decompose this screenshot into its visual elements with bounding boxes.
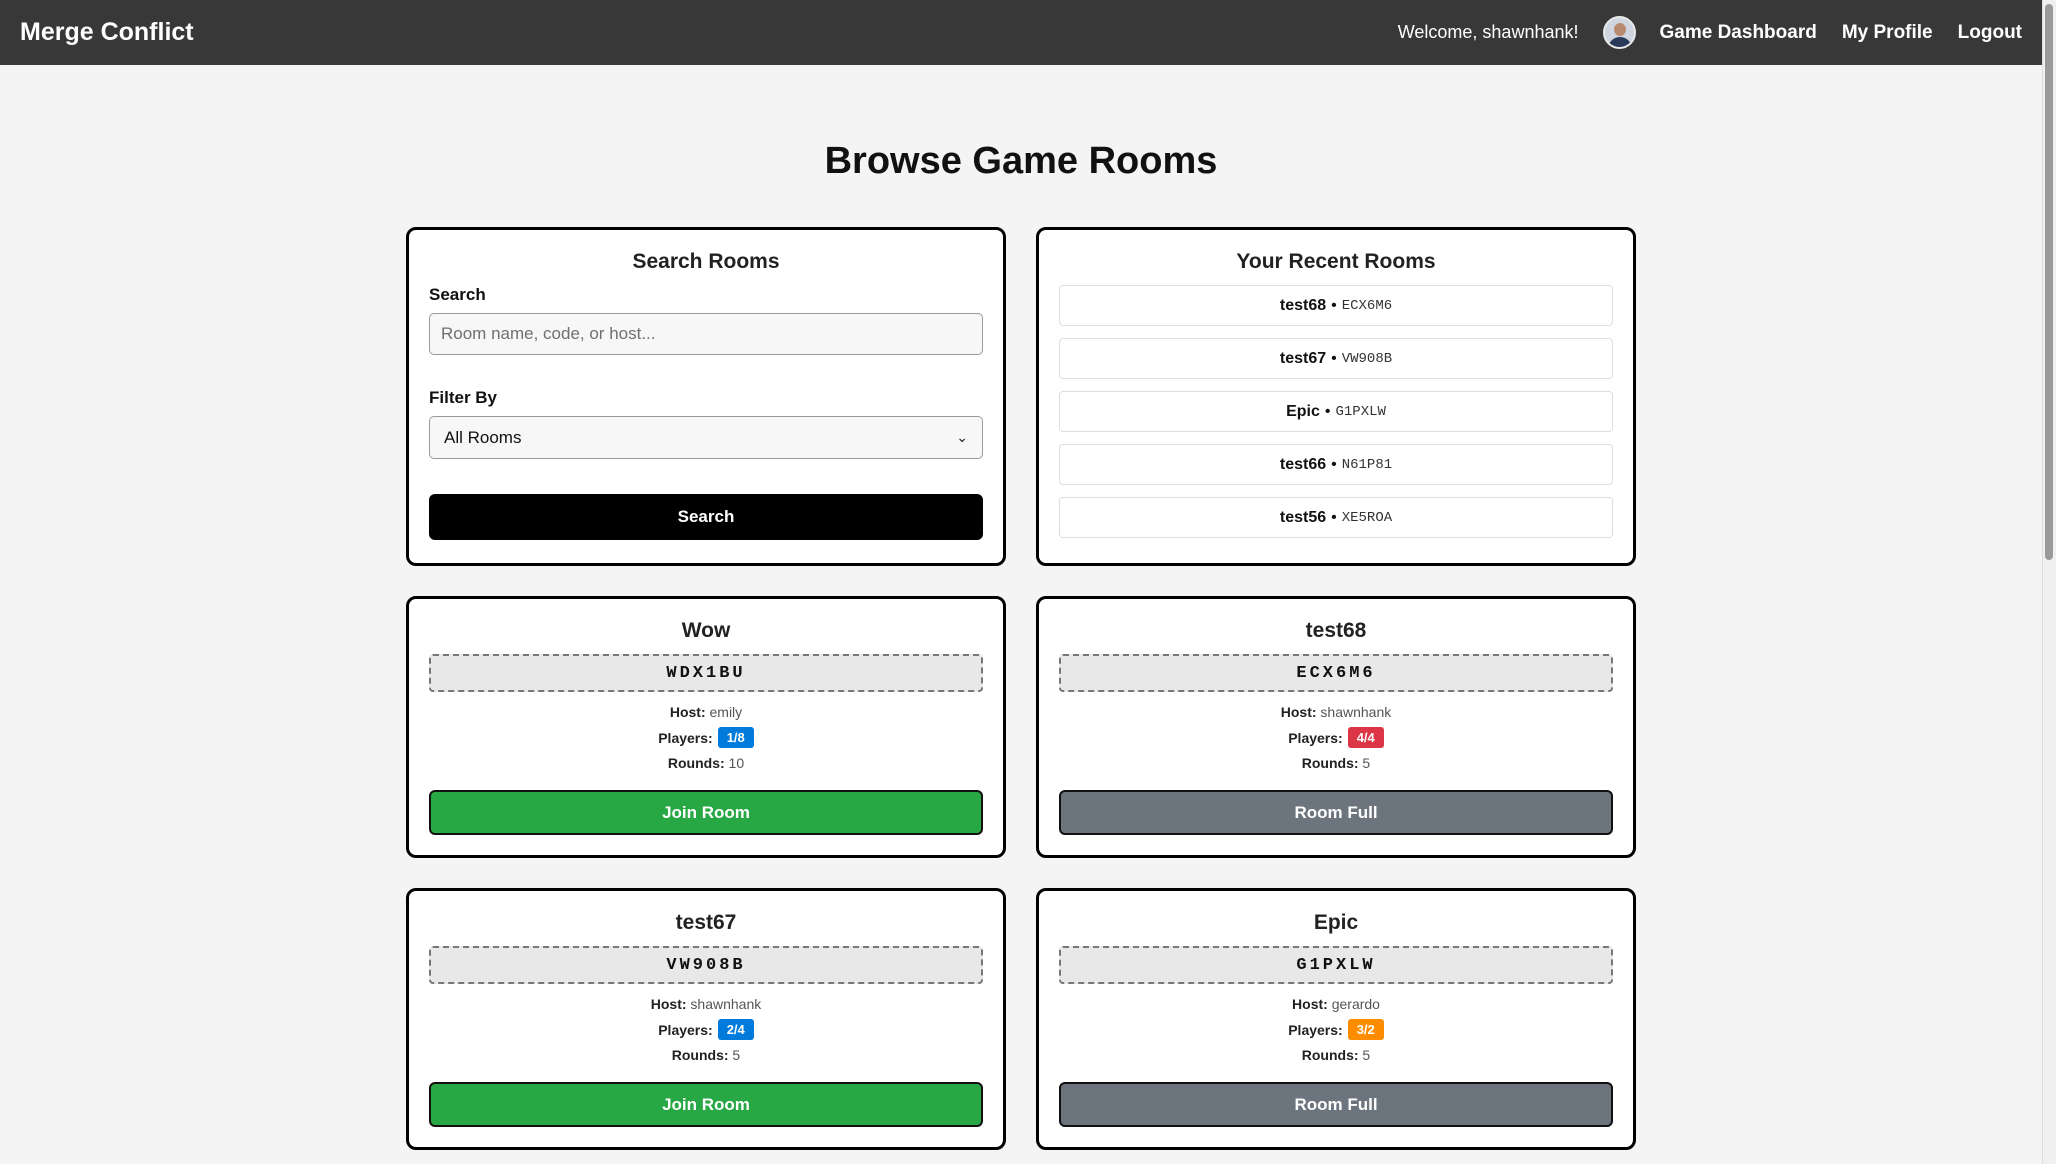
room-players: Players: 1/8 <box>429 727 983 748</box>
search-rooms-card: Search Rooms Search Filter By All Rooms … <box>406 227 1006 566</box>
room-name: test67 <box>675 911 737 934</box>
top-navbar: Merge Conflict Welcome, shawnhank! Game … <box>0 0 2042 65</box>
host-label: Host: <box>1280 704 1317 720</box>
room-players: Players: 4/4 <box>1059 727 1613 748</box>
room-rounds: Rounds: 5 <box>1059 755 1613 771</box>
recent-room-separator: • <box>1331 508 1337 526</box>
room-card: test68 ECX6M6 Host: shawnhank Players: 4/… <box>1036 596 1636 858</box>
recent-card-title: Your Recent Rooms <box>1236 250 1436 273</box>
join-room-button[interactable]: Join Room <box>429 790 983 835</box>
room-card: Epic G1PXLW Host: gerardo Players: 3/2 Ro… <box>1036 888 1636 1150</box>
host-value: gerardo <box>1331 996 1380 1012</box>
room-name: test68 <box>1305 619 1367 642</box>
recent-room-code: XE5ROA <box>1341 509 1393 526</box>
chevron-down-icon: ⌄ <box>956 429 968 445</box>
recent-room-separator: • <box>1324 402 1331 420</box>
rounds-label: Rounds: <box>667 755 725 771</box>
recent-room-name: Epic <box>1286 402 1320 420</box>
rounds-label: Rounds: <box>1301 1047 1359 1063</box>
room-name: Wow <box>681 619 731 642</box>
recent-room-item[interactable]: test56 • XE5ROA <box>1059 497 1613 538</box>
brand-logo[interactable]: Merge Conflict <box>20 18 194 47</box>
recent-room-separator: • <box>1331 455 1337 473</box>
search-button[interactable]: Search <box>429 494 983 540</box>
avatar[interactable] <box>1602 16 1636 49</box>
filter-select[interactable]: All Rooms ⌄ <box>429 416 983 459</box>
rounds-label: Rounds: <box>1301 755 1359 771</box>
page-title: Browse Game Rooms <box>824 140 1218 182</box>
players-label: Players: <box>658 729 713 746</box>
room-code: ECX6M6 <box>1059 654 1613 692</box>
rounds-label: Rounds: <box>671 1047 729 1063</box>
recent-rooms-list: test68 • ECX6M6 test67 • VW908B Epic • G1PXLW … <box>1059 285 1613 538</box>
room-rounds: Rounds: 10 <box>429 755 983 771</box>
recent-room-item[interactable]: test66 • N61P81 <box>1059 444 1613 485</box>
recent-room-name: test66 <box>1279 455 1327 473</box>
rounds-value: 10 <box>728 755 745 771</box>
page-scrollbar[interactable] <box>2042 0 2056 1164</box>
room-full-button[interactable]: Room Full <box>1059 1082 1613 1127</box>
recent-room-item[interactable]: test67 • VW908B <box>1059 338 1613 379</box>
recent-room-code: ECX6M6 <box>1341 297 1393 314</box>
room-card: test67 VW908B Host: shawnhank Players: 2/… <box>406 888 1006 1150</box>
host-label: Host: <box>669 704 706 720</box>
room-players: Players: 3/2 <box>1059 1019 1613 1040</box>
filter-label: Filter By <box>429 388 498 407</box>
room-host: Host: shawnhank <box>1059 704 1613 720</box>
search-card-title: Search Rooms <box>632 250 780 273</box>
search-input[interactable] <box>429 313 983 355</box>
rounds-value: 5 <box>732 1047 741 1063</box>
host-value: shawnhank <box>690 996 762 1012</box>
room-code: WDX1BU <box>429 654 983 692</box>
scrollbar-thumb[interactable] <box>2045 4 2053 560</box>
rounds-value: 5 <box>1362 1047 1371 1063</box>
room-name: Epic <box>1313 911 1359 934</box>
players-label: Players: <box>658 1021 713 1038</box>
room-card: Wow WDX1BU Host: emily Players: 1/8 Round… <box>406 596 1006 858</box>
players-label: Players: <box>1288 1021 1343 1038</box>
room-host: Host: gerardo <box>1059 996 1613 1012</box>
recent-room-item[interactable]: Epic • G1PXLW <box>1059 391 1613 432</box>
players-badge: 4/4 <box>1347 727 1384 748</box>
recent-room-name: test67 <box>1279 349 1327 367</box>
recent-room-code: N61P81 <box>1341 456 1393 473</box>
room-host: Host: emily <box>429 704 983 720</box>
avatar-body-shape <box>1607 37 1632 47</box>
host-label: Host: <box>1292 996 1328 1012</box>
join-room-button[interactable]: Join Room <box>429 1082 983 1127</box>
search-label: Search <box>429 285 486 304</box>
players-badge: 2/4 <box>717 1019 754 1040</box>
recent-room-item[interactable]: test68 • ECX6M6 <box>1059 285 1613 326</box>
host-label: Host: <box>650 996 687 1012</box>
players-badge: 3/2 <box>1347 1019 1384 1040</box>
avatar-head-shape <box>1613 23 1626 36</box>
nav-link-logout[interactable]: Logout <box>1958 22 2022 44</box>
room-players: Players: 2/4 <box>429 1019 983 1040</box>
recent-room-code: VW908B <box>1341 350 1393 367</box>
players-label: Players: <box>1288 729 1343 746</box>
room-rounds: Rounds: 5 <box>1059 1047 1613 1063</box>
rounds-value: 5 <box>1362 755 1371 771</box>
host-value: shawnhank <box>1320 704 1392 720</box>
recent-room-code: G1PXLW <box>1335 403 1386 420</box>
nav-link-game-dashboard[interactable]: Game Dashboard <box>1660 22 1817 44</box>
recent-room-name: test56 <box>1279 508 1327 526</box>
nav-link-my-profile[interactable]: My Profile <box>1842 22 1933 44</box>
room-code: G1PXLW <box>1059 946 1613 984</box>
nav-right: Welcome, shawnhank! Game Dashboard My Pr… <box>1398 16 2022 49</box>
players-badge: 1/8 <box>717 727 754 748</box>
recent-room-name: test68 <box>1279 296 1327 314</box>
host-value: emily <box>709 704 743 720</box>
welcome-text: Welcome, shawnhank! <box>1397 22 1579 42</box>
filter-selected-value: All Rooms <box>444 427 522 447</box>
room-code: VW908B <box>429 946 983 984</box>
room-rounds: Rounds: 5 <box>429 1047 983 1063</box>
room-host: Host: shawnhank <box>429 996 983 1012</box>
room-full-button[interactable]: Room Full <box>1059 790 1613 835</box>
recent-room-separator: • <box>1331 296 1337 314</box>
recent-room-separator: • <box>1331 349 1337 367</box>
recent-rooms-card: Your Recent Rooms test68 • ECX6M6 test67 • V… <box>1036 227 1636 566</box>
